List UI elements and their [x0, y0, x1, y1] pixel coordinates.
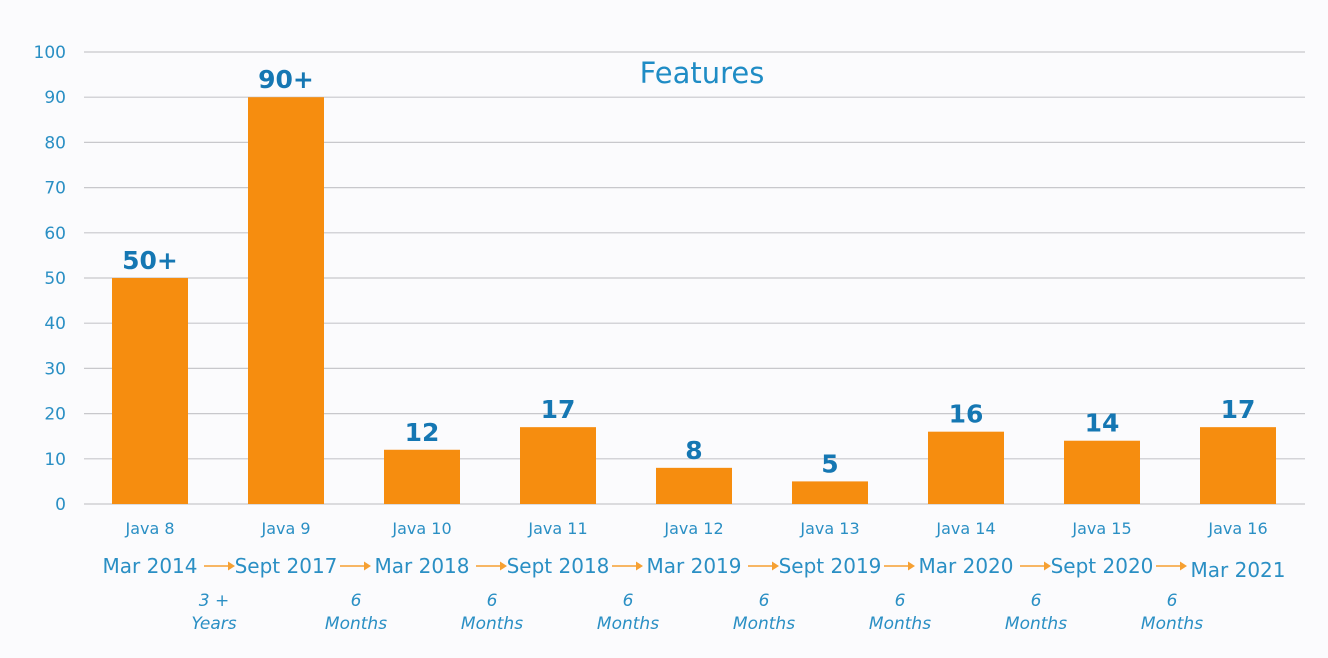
data-label: 12 [405, 418, 440, 447]
interval-amount: 6 [487, 591, 498, 611]
release-date: Sept 2019 [779, 554, 882, 578]
release-date: Mar 2014 [103, 554, 198, 578]
x-category-label: Java 15 [1071, 519, 1131, 538]
bar [248, 97, 324, 504]
bar [112, 278, 188, 504]
features-bar-chart: 0 10 20 30 40 50 60 70 80 90 100 50+ 90+ 12 17 8 5 16 14 1… [34, 43, 1305, 634]
interval-unit: Months [1005, 614, 1067, 634]
x-category-label: Java 13 [799, 519, 859, 538]
data-label: 50+ [122, 246, 178, 275]
bar [1200, 427, 1276, 504]
interval-amount: 3 + [199, 591, 229, 611]
x-category-label: Java 16 [1207, 519, 1267, 538]
y-tick-label: 0 [55, 495, 66, 515]
interval-amount: 6 [351, 591, 362, 611]
x-category-label: Java 9 [260, 519, 310, 538]
interval-amount: 6 [623, 591, 634, 611]
data-label: 8 [685, 436, 702, 465]
x-axis-categories: Java 8 Java 9 Java 10 Java 11 Java 12 Java 13… [124, 519, 1267, 538]
data-label: 5 [821, 449, 838, 478]
release-date: Mar 2018 [375, 554, 470, 578]
y-tick-label: 20 [44, 405, 66, 425]
x-category-label: Java 8 [124, 519, 174, 538]
y-tick-label: 30 [44, 359, 66, 379]
x-category-label: Java 11 [527, 519, 587, 538]
interval-unit: Months [461, 614, 523, 634]
y-tick-label: 100 [34, 43, 66, 63]
release-date: Mar 2021 [1191, 558, 1286, 582]
y-tick-label: 60 [44, 224, 66, 244]
interval-amount: 6 [1031, 591, 1042, 611]
release-date: Sept 2017 [235, 554, 338, 578]
interval-amount: 6 [895, 591, 906, 611]
y-tick-label: 70 [44, 179, 66, 199]
interval-unit: Months [1141, 614, 1203, 634]
x-category-label: Java 10 [391, 519, 451, 538]
release-dates: Mar 2014 Sept 2017 Mar 2018 Sept 2018 Mar 20… [103, 554, 1286, 582]
interval-amount: 6 [1167, 591, 1178, 611]
data-label: 90+ [258, 65, 314, 94]
arrow-head-icon [1180, 561, 1187, 571]
arrow-head-icon [636, 561, 643, 571]
bar [520, 427, 596, 504]
release-date: Mar 2019 [647, 554, 742, 578]
bar [928, 431, 1004, 504]
interval-unit: Years [191, 614, 236, 634]
y-tick-label: 90 [44, 88, 66, 108]
x-category-label: Java 14 [935, 519, 995, 538]
data-label: 16 [949, 400, 984, 429]
release-date: Sept 2020 [1051, 554, 1154, 578]
release-intervals: 3 + Years 6 Months 6 Months 6 Months 6 Months 6 Mon… [191, 591, 1203, 634]
y-tick-label: 80 [44, 133, 66, 153]
bar [1064, 440, 1140, 504]
release-date: Sept 2018 [507, 554, 610, 578]
data-label: 17 [1221, 395, 1256, 424]
release-date: Mar 2020 [919, 554, 1014, 578]
y-tick-label: 40 [44, 314, 66, 334]
y-tick-label: 50 [44, 269, 66, 289]
bar [656, 467, 732, 504]
y-axis-ticks: 0 10 20 30 40 50 60 70 80 90 100 [34, 43, 66, 515]
y-tick-label: 10 [44, 450, 66, 470]
interval-unit: Months [325, 614, 387, 634]
x-category-label: Java 12 [663, 519, 723, 538]
bar [792, 481, 868, 504]
arrow-head-icon [908, 561, 915, 571]
interval-unit: Months [733, 614, 795, 634]
interval-unit: Months [869, 614, 931, 634]
arrow-head-icon [364, 561, 371, 571]
data-label: 14 [1085, 409, 1120, 438]
interval-unit: Months [597, 614, 659, 634]
data-label: 17 [541, 395, 576, 424]
interval-amount: 6 [759, 591, 770, 611]
chart-title: Features [640, 56, 765, 90]
bar [384, 449, 460, 504]
